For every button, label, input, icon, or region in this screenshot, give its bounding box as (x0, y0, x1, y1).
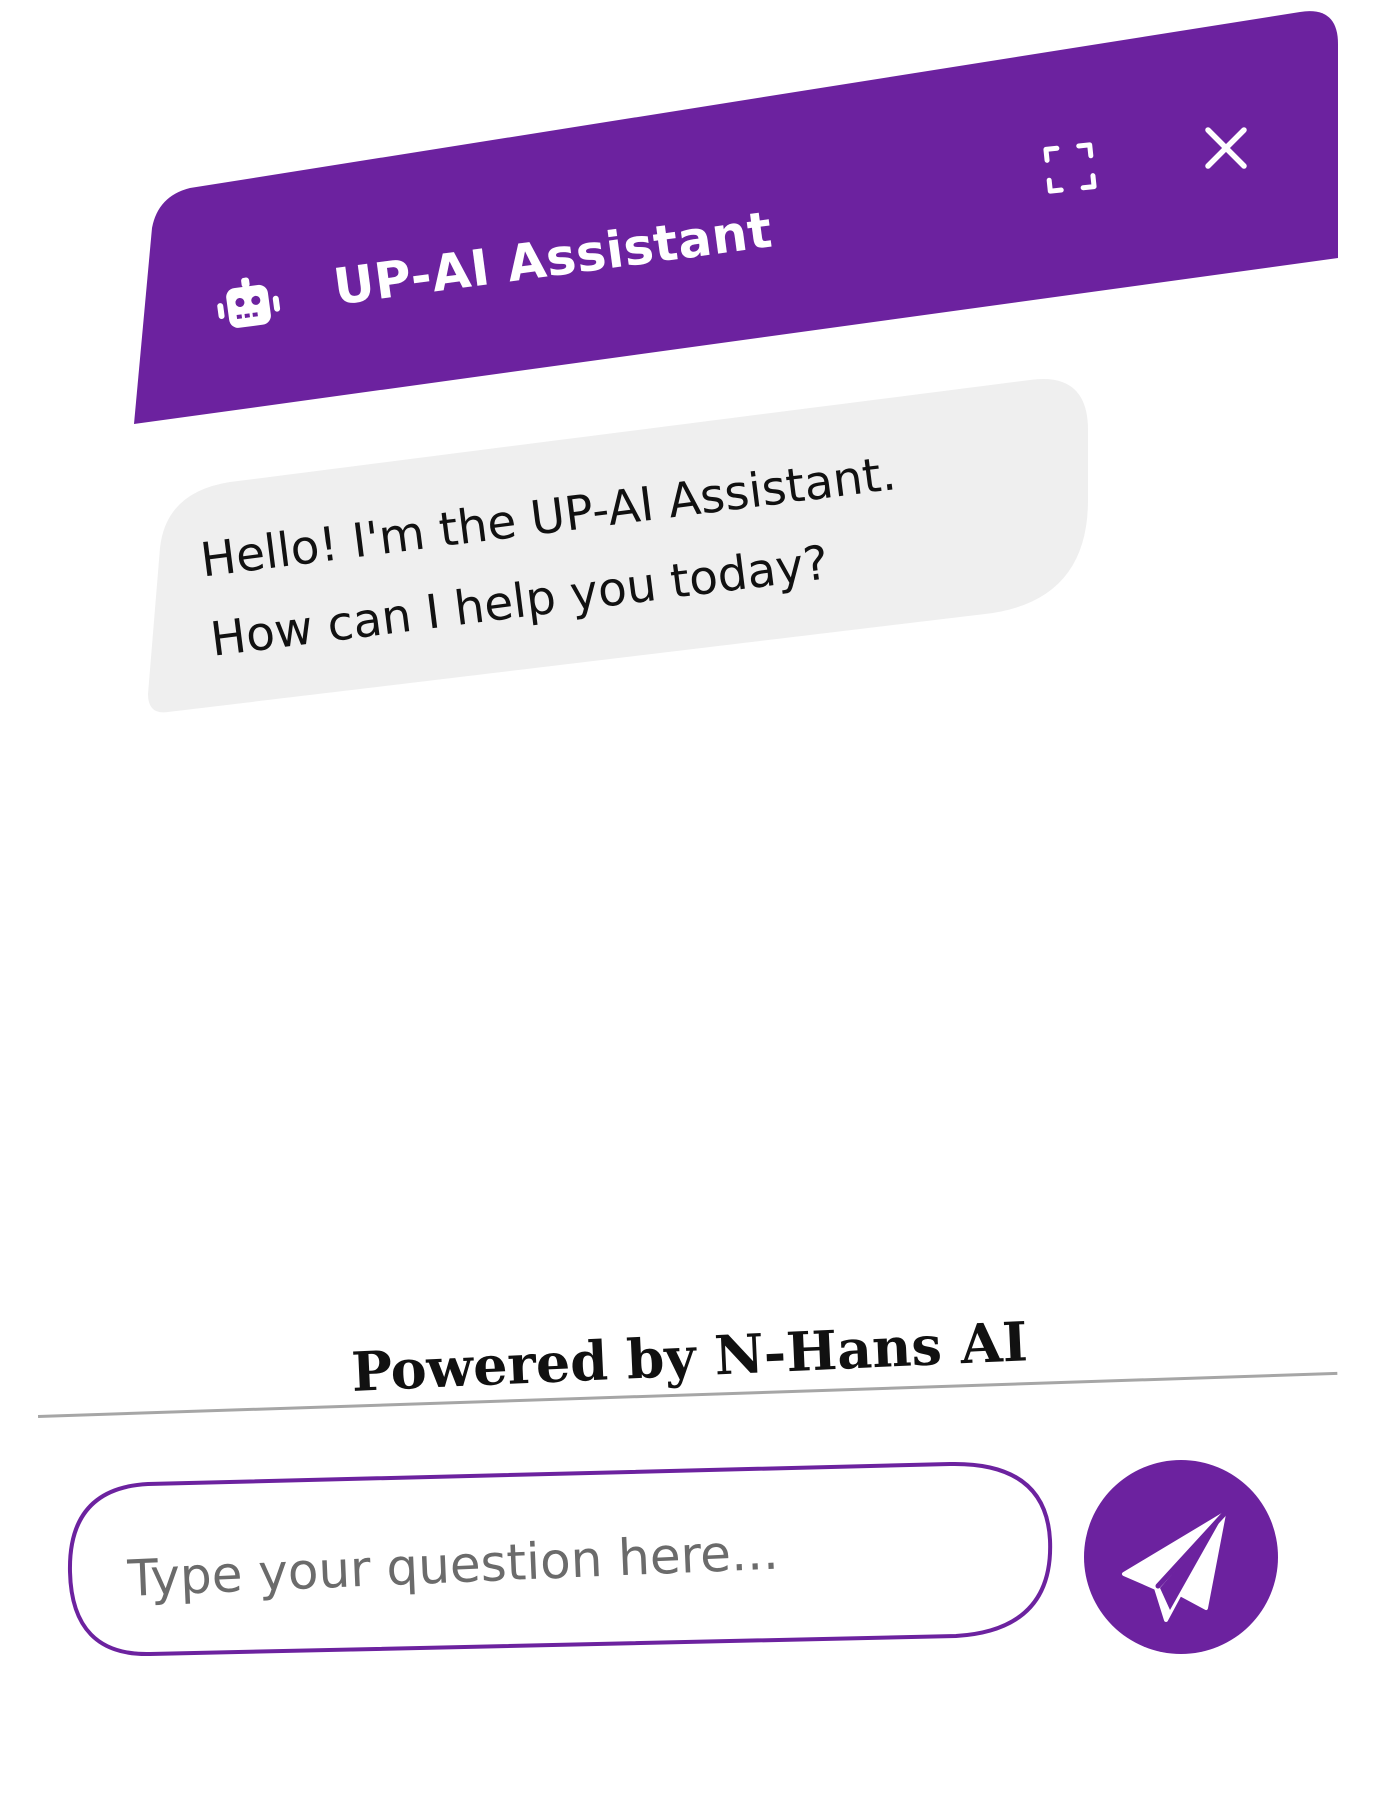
paper-plane-icon (1122, 1511, 1227, 1622)
robot-icon (217, 277, 281, 328)
close-icon[interactable] (1198, 120, 1254, 176)
expand-icon[interactable] (1040, 138, 1100, 198)
powered-by-label: Powered by N-Hans AI (350, 1309, 1029, 1404)
send-button[interactable] (1084, 1460, 1278, 1654)
chat-widget: UP-AI Assistant Hello! I'm the UP-AI Ass… (0, 0, 1400, 1800)
